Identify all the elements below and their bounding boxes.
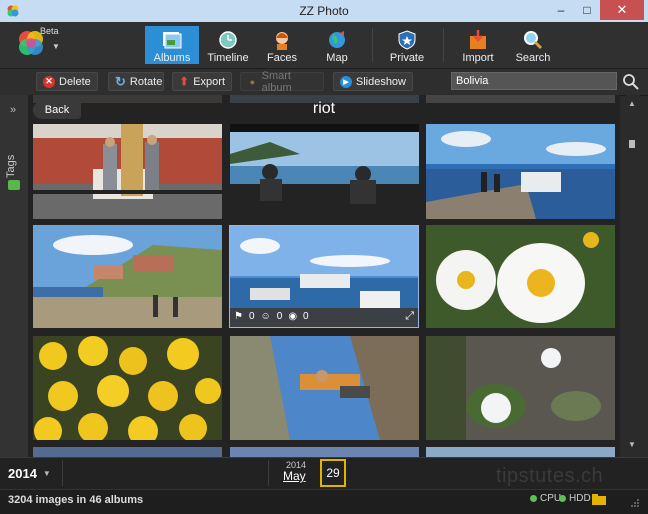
photo-thumbnail[interactable] xyxy=(426,95,615,103)
status-dot-icon xyxy=(559,495,566,502)
albums-icon xyxy=(163,32,182,49)
expand-panel-icon[interactable]: » xyxy=(10,104,16,116)
left-side-panel xyxy=(0,95,29,457)
photo-thumbnail[interactable] xyxy=(33,447,222,457)
slideshow-label: Slideshow xyxy=(355,75,406,88)
export-label: Export xyxy=(193,75,225,88)
back-button[interactable]: Back xyxy=(33,101,81,119)
delete-label: Delete xyxy=(59,75,91,88)
hdd-indicator: HDD xyxy=(559,493,591,504)
photo-thumbnail[interactable] xyxy=(33,336,222,440)
window-controls: – □ ✕ xyxy=(548,0,644,20)
slideshow-button[interactable]: ▶ Slideshow xyxy=(333,72,413,91)
year-value: 2014 xyxy=(8,465,37,481)
search-input[interactable]: Bolivia xyxy=(451,72,617,90)
tab-faces-label: Faces xyxy=(267,52,297,64)
places-count: 0 xyxy=(303,311,309,322)
export-button[interactable]: ⬆ Export xyxy=(172,72,232,91)
rotate-icon: ↻ xyxy=(115,73,126,89)
hdd-label: HDD xyxy=(569,493,591,504)
globe-icon xyxy=(329,31,345,48)
photo-info-overlay: ⚑ 0 ☺ 0 ◉ 0 xyxy=(234,311,309,322)
rotate-label: Rotate xyxy=(129,75,163,88)
photo-thumbnail[interactable] xyxy=(426,336,615,440)
delete-button[interactable]: ✕ Delete xyxy=(36,72,98,91)
face-icon[interactable]: ☺ xyxy=(261,311,271,322)
divider xyxy=(62,460,63,486)
fullscreen-icon[interactable]: ⤢ xyxy=(405,310,414,323)
folder-icon[interactable] xyxy=(592,494,606,505)
face-icon xyxy=(276,32,288,50)
tab-map-label: Map xyxy=(326,52,348,64)
chevron-down-icon: ▼ xyxy=(42,468,51,478)
play-icon: ▶ xyxy=(340,75,352,88)
shield-icon xyxy=(398,30,416,50)
toolbar-divider xyxy=(443,28,444,62)
tag-icon[interactable]: ⚑ xyxy=(234,311,243,322)
tab-albums[interactable]: Albums xyxy=(145,26,199,64)
tab-faces[interactable]: Faces xyxy=(262,26,302,64)
selected-day[interactable]: 29 xyxy=(320,459,346,487)
photo-thumbnail[interactable] xyxy=(426,124,615,219)
import-label: Import xyxy=(462,52,494,64)
tab-timeline[interactable]: Timeline xyxy=(205,26,251,64)
scroll-down-arrow-icon[interactable]: ▼ xyxy=(628,440,636,449)
import-icon xyxy=(470,30,486,49)
chevron-down-icon[interactable]: ▼ xyxy=(52,42,60,51)
photo-thumbnail[interactable] xyxy=(230,124,419,219)
status-dot-icon xyxy=(530,495,537,502)
month-link[interactable]: May xyxy=(283,469,306,483)
toolbar-divider xyxy=(372,28,373,62)
cpu-indicator: CPU xyxy=(530,493,561,504)
scroll-up-arrow-icon[interactable]: ▲ xyxy=(628,99,636,108)
beta-badge: Beta xyxy=(40,26,59,36)
magnifier-icon xyxy=(524,31,543,50)
tab-albums-label: Albums xyxy=(153,52,191,64)
photo-thumbnail[interactable] xyxy=(230,447,419,457)
export-icon: ⬆ xyxy=(179,76,189,88)
tags-panel-toggle[interactable]: Tags xyxy=(5,155,17,178)
maximize-button[interactable]: □ xyxy=(574,0,600,20)
cpu-label: CPU xyxy=(540,493,562,504)
search-icon[interactable] xyxy=(622,73,640,91)
watermark: tipstutes.ch xyxy=(496,465,604,487)
divider xyxy=(268,460,269,486)
photo-thumbnail[interactable] xyxy=(426,225,615,328)
photo-thumbnail[interactable] xyxy=(426,447,615,457)
tags-count: 0 xyxy=(248,311,255,322)
album-title: riot xyxy=(312,100,336,117)
scrollbar[interactable] xyxy=(626,95,640,457)
close-button[interactable]: ✕ xyxy=(600,0,644,20)
photo-thumbnail-selected[interactable]: ⚑ 0 ☺ 0 ◉ 0 ⤢ xyxy=(229,225,419,328)
rotate-button[interactable]: ↻ Rotate xyxy=(108,72,164,91)
tab-map[interactable]: Map xyxy=(317,26,357,64)
tab-timeline-label: Timeline xyxy=(207,52,249,64)
search-tab-label: Search xyxy=(515,52,551,64)
photo-thumbnail[interactable] xyxy=(230,336,419,440)
tag-icon xyxy=(8,180,20,190)
photo-thumbnail[interactable] xyxy=(33,124,222,219)
photo-thumbnail[interactable] xyxy=(33,225,222,328)
lightbulb-icon: ● xyxy=(249,76,256,87)
tab-private-label: Private xyxy=(389,52,425,64)
smart-album-label: Smart album xyxy=(261,69,292,94)
delete-icon: ✕ xyxy=(43,75,55,88)
tab-private[interactable]: Private xyxy=(385,26,429,64)
search-tab[interactable]: Search xyxy=(512,26,554,64)
faces-count: 0 xyxy=(276,311,283,322)
smart-album-button[interactable]: ● Smart album xyxy=(240,69,324,94)
minimize-button[interactable]: – xyxy=(548,0,574,20)
clock-icon xyxy=(219,31,237,49)
scrollbar-thumb[interactable] xyxy=(629,140,635,148)
import-button[interactable]: Import xyxy=(456,26,500,64)
location-pin-icon[interactable]: ◉ xyxy=(288,311,297,322)
status-text: 3204 images in 46 albums xyxy=(8,494,144,506)
year-dropdown[interactable]: 2014 ▼ xyxy=(8,464,58,482)
resize-grip-icon[interactable] xyxy=(630,498,640,508)
